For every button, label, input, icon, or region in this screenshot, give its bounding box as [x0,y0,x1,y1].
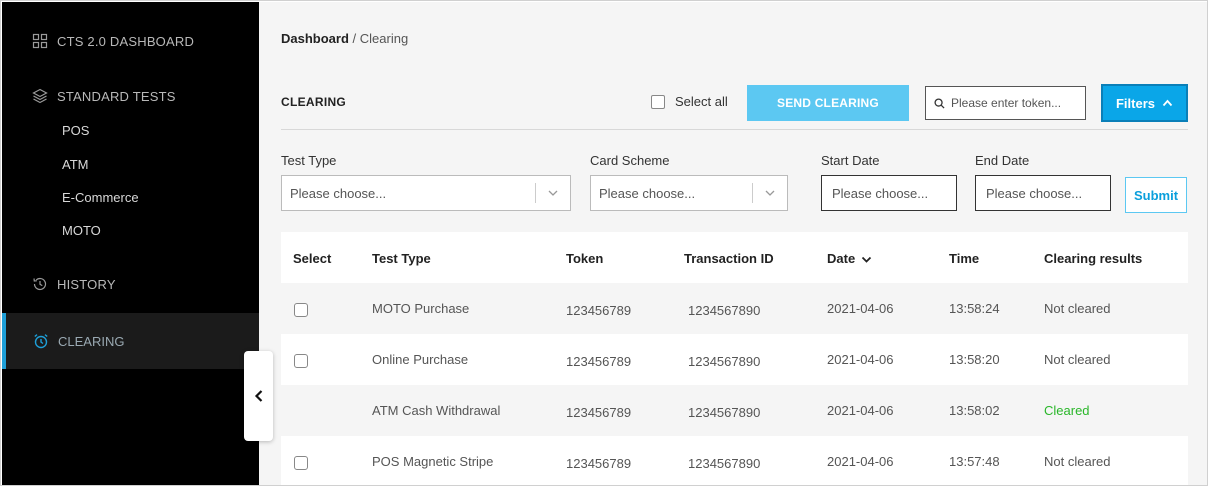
clearing-table: Select Test Type Token Transaction ID Da… [281,232,1188,485]
sidebar-item-ecommerce[interactable]: E-Commerce [62,190,139,205]
cell-token: 123456789 [566,456,632,471]
column-header-clearing-results: Clearing results [1044,251,1143,266]
cell-date: 2021-04-06 [827,301,894,316]
column-header-date-label: Date [827,251,856,266]
sidebar-item-label: CTS 2.0 DASHBOARD [57,33,195,49]
sidebar-item-label: HISTORY [57,276,116,292]
search-input[interactable] [951,96,1081,110]
chevron-down-icon [862,256,872,263]
row-select-checkbox[interactable] [294,354,308,368]
table-row[interactable]: ATM Cash Withdrawal 123456789 1234567890… [281,385,1188,436]
token-search-box[interactable] [925,86,1086,120]
chevron-down-icon [536,190,570,196]
table-row[interactable]: Online Purchase 123456789 1234567890 202… [281,334,1188,385]
sidebar-item-atm[interactable]: ATM [62,157,88,172]
table-row[interactable]: POS Magnetic Stripe 123456789 1234567890… [281,436,1188,485]
select-all-checkbox[interactable]: Select all [651,94,728,109]
cell-transaction-id: 1234567890 [688,354,761,369]
breadcrumb-separator: / [352,31,357,46]
column-header-date[interactable]: Date [827,251,872,266]
cell-token: 123456789 [566,354,632,369]
column-header-select: Select [293,251,332,266]
end-date-label: End Date [975,153,1030,168]
filters-label: Filters [1115,95,1155,111]
layers-icon [32,88,48,104]
cell-time: 13:57:48 [949,454,1000,469]
cell-clearing-result: Not cleared [1044,301,1111,316]
test-type-select[interactable]: Please choose... [281,175,571,211]
cell-clearing-result: Cleared [1044,403,1090,418]
cell-time: 13:58:24 [949,301,1000,316]
grid-icon [32,33,48,49]
column-header-token: Token [566,251,604,266]
card-scheme-placeholder: Please choose... [599,185,696,201]
select-all-label: Select all [675,94,728,109]
end-date-input[interactable]: Please choose... [975,175,1111,211]
cell-transaction-id: 1234567890 [688,405,761,420]
send-clearing-button[interactable]: SEND CLEARING [747,85,909,121]
row-select-checkbox[interactable] [294,456,308,470]
test-type-placeholder: Please choose... [290,185,387,201]
cell-transaction-id: 1234567890 [688,456,761,471]
cell-test-type: Online Purchase [372,352,469,367]
search-icon [934,97,945,109]
cell-date: 2021-04-06 [827,352,894,367]
sidebar-item-dashboard[interactable]: CTS 2.0 DASHBOARD [2,21,259,61]
alarm-clock-icon [34,334,48,349]
page-title: CLEARING [281,95,347,109]
cell-clearing-result: Not cleared [1044,454,1111,469]
cell-transaction-id: 1234567890 [688,303,761,318]
app-frame: CTS 2.0 DASHBOARD STANDARD TESTS POS ATM… [0,0,1208,486]
test-type-label: Test Type [281,153,337,168]
row-select-checkbox[interactable] [294,303,308,317]
sidebar-collapse-button[interactable] [244,351,273,441]
cell-token: 123456789 [566,303,632,318]
cell-date: 2021-04-06 [827,403,894,418]
sidebar-item-standard-tests[interactable]: STANDARD TESTS [2,76,259,116]
table-header: Select Test Type Token Transaction ID Da… [281,232,1188,282]
checkbox-box[interactable] [651,94,665,109]
divider [281,129,1188,130]
cell-time: 13:58:02 [949,403,1000,418]
cell-token: 123456789 [566,405,632,420]
sidebar-item-history[interactable]: HISTORY [2,264,259,304]
main-content: Dashboard / Clearing CLEARING Select all… [259,2,1207,485]
sidebar-item-clearing[interactable]: CLEARING [2,313,259,369]
sidebar-item-label: STANDARD TESTS [57,88,176,104]
chevron-down-icon [753,190,787,196]
cell-date: 2021-04-06 [827,454,894,469]
history-icon [33,277,47,291]
cell-test-type: POS Magnetic Stripe [372,454,494,469]
column-header-transaction-id: Transaction ID [684,251,774,266]
breadcrumb-root[interactable]: Dashboard [281,31,349,46]
card-scheme-select[interactable]: Please choose... [590,175,788,211]
submit-button[interactable]: Submit [1125,177,1187,213]
column-header-test-type: Test Type [372,251,431,266]
start-date-label: Start Date [821,153,880,168]
table-row[interactable]: MOTO Purchase 123456789 1234567890 2021-… [281,283,1188,334]
sidebar-item-label: CLEARING [58,333,125,349]
sidebar: CTS 2.0 DASHBOARD STANDARD TESTS POS ATM… [2,2,259,485]
start-date-input[interactable]: Please choose... [821,175,957,211]
breadcrumb-current: Clearing [359,31,409,46]
chevron-left-icon [254,390,262,402]
breadcrumb: Dashboard / Clearing [281,31,408,46]
sidebar-item-pos[interactable]: POS [62,123,89,138]
sidebar-item-moto[interactable]: MOTO [62,223,101,238]
cell-clearing-result: Not cleared [1044,352,1111,367]
filters-button[interactable]: Filters [1101,84,1188,122]
cell-test-type: ATM Cash Withdrawal [372,403,501,418]
card-scheme-label: Card Scheme [590,153,670,168]
chevron-up-icon [1162,99,1173,107]
cell-test-type: MOTO Purchase [372,301,470,316]
column-header-time: Time [949,251,980,266]
cell-time: 13:58:20 [949,352,1000,367]
